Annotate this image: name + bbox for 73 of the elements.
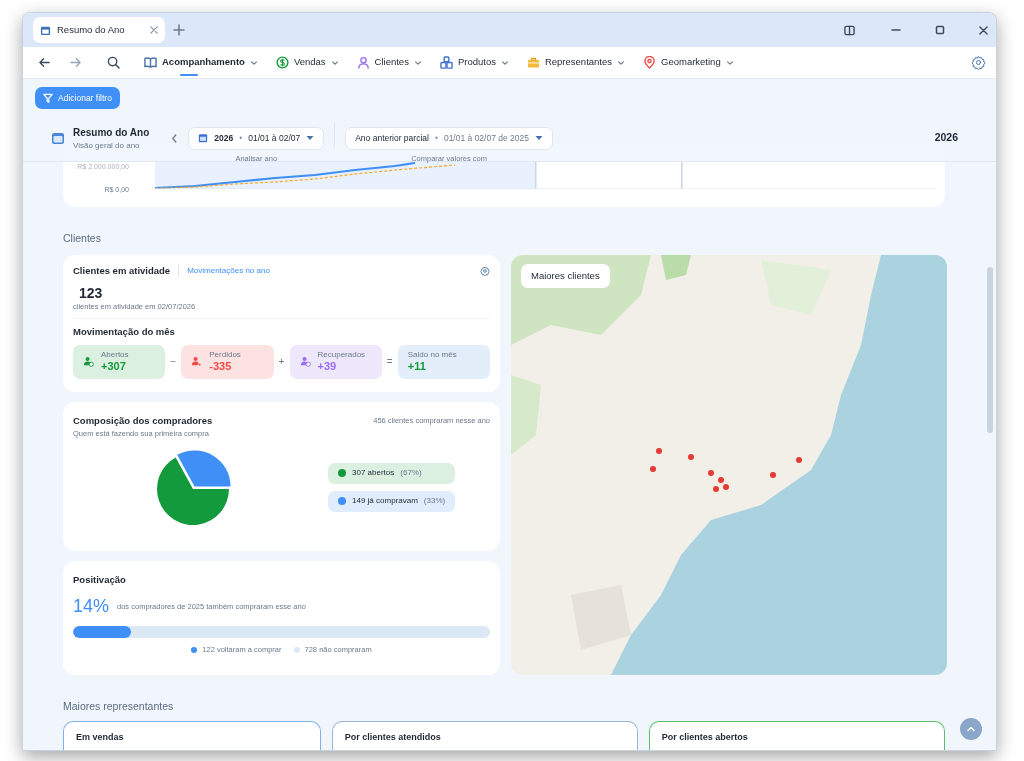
card-title: Positivação [73, 572, 127, 587]
operator-sign: = [385, 355, 394, 370]
card-title: Por clientes atendidos [344, 730, 442, 744]
subsection-title: Movimentação do mês [73, 324, 176, 339]
movement-value: +39 [317, 360, 338, 373]
year-label: 2026 [934, 130, 958, 146]
person-icon [356, 56, 370, 69]
caret-icon [413, 58, 422, 67]
movement-label: Saldo no mês [407, 351, 457, 361]
chevron-left-icon[interactable] [171, 133, 179, 143]
active-client-count: 123 [79, 286, 104, 302]
caret-down-icon [306, 135, 315, 142]
dollar-icon [275, 56, 289, 69]
back-arrow-icon[interactable] [39, 57, 50, 68]
movement-value: +11 [407, 360, 427, 373]
filter-icon [43, 93, 53, 103]
section-heading: Maiores representantes [63, 698, 174, 714]
nav-menu-item[interactable]: Clientes [350, 48, 428, 77]
person-icon [299, 356, 311, 368]
movement-label: Recuperados [317, 351, 366, 361]
nav-menu-item[interactable]: Representantes [520, 48, 631, 77]
caret-icon [500, 58, 509, 67]
card-title: Composição dos compradores [73, 413, 213, 428]
boxes-icon [439, 56, 453, 69]
person-icon [83, 356, 94, 368]
year-select[interactable]: 2026 • 01/01 à 02/07 [188, 126, 325, 150]
movement-label: Perdidos [209, 351, 241, 361]
caret-icon [725, 58, 734, 67]
map-pin-icon [643, 56, 656, 69]
nav-menu-item[interactable]: Produtos [433, 48, 515, 77]
section-heading: Clientes [63, 231, 101, 246]
nav-menu-item[interactable]: Geomarketing [637, 48, 740, 77]
calendar-icon [51, 131, 65, 145]
calendar-icon [40, 24, 51, 36]
calendar-icon [198, 133, 209, 144]
forward-arrow-icon[interactable] [70, 57, 81, 68]
page-title: Resumo do Ano [73, 125, 150, 140]
operator-sign: + [277, 355, 286, 370]
movement-value: +307 [101, 360, 127, 373]
nav-menu-item[interactable]: Vendas [269, 48, 345, 77]
movement-label: Abertos [101, 351, 129, 361]
activity-link[interactable]: Movimentações no ano [187, 264, 270, 277]
map-title: Maiores clientes [521, 263, 610, 288]
compare-select[interactable]: Ano anterior parcial • 01/01 à 02/07 de 2025 [345, 126, 553, 150]
scroll-to-top-button[interactable] [960, 718, 982, 740]
caret-icon [330, 58, 339, 67]
nav-menu-item[interactable]: Acompanhamento [138, 48, 264, 77]
operator-sign: − [169, 355, 178, 370]
caret-icon [617, 58, 625, 67]
card-title: Clientes em atividade [73, 263, 171, 278]
scrollbar-thumb[interactable] [987, 267, 993, 433]
page-subtitle: Visão geral do ano [73, 139, 141, 152]
person-icon [191, 356, 203, 368]
maximize-icon[interactable] [935, 25, 945, 35]
close-icon[interactable] [979, 25, 988, 35]
briefcase-icon [526, 56, 540, 69]
plus-icon[interactable] [173, 24, 185, 36]
legend-item: 149 já compravam (33%) [328, 490, 456, 512]
card-title: Por clientes abertos [661, 730, 749, 744]
settings-icon[interactable] [480, 265, 490, 276]
tab-title: Resumo do Ano [57, 22, 126, 37]
card-title: Em vendas [76, 730, 125, 744]
chevron-up-icon [966, 724, 976, 734]
caret-icon [249, 58, 258, 67]
legend-item: 307 abertos (67%) [328, 462, 456, 484]
split-view-icon[interactable] [844, 24, 855, 36]
caret-down-icon [535, 135, 543, 142]
positivation-percent: 14% [73, 595, 110, 618]
search-icon[interactable] [107, 56, 120, 69]
settings-icon[interactable] [971, 55, 986, 70]
browser-tab[interactable]: Resumo do Ano [33, 17, 165, 43]
movement-value: -335 [209, 360, 233, 373]
book-icon [144, 56, 157, 69]
